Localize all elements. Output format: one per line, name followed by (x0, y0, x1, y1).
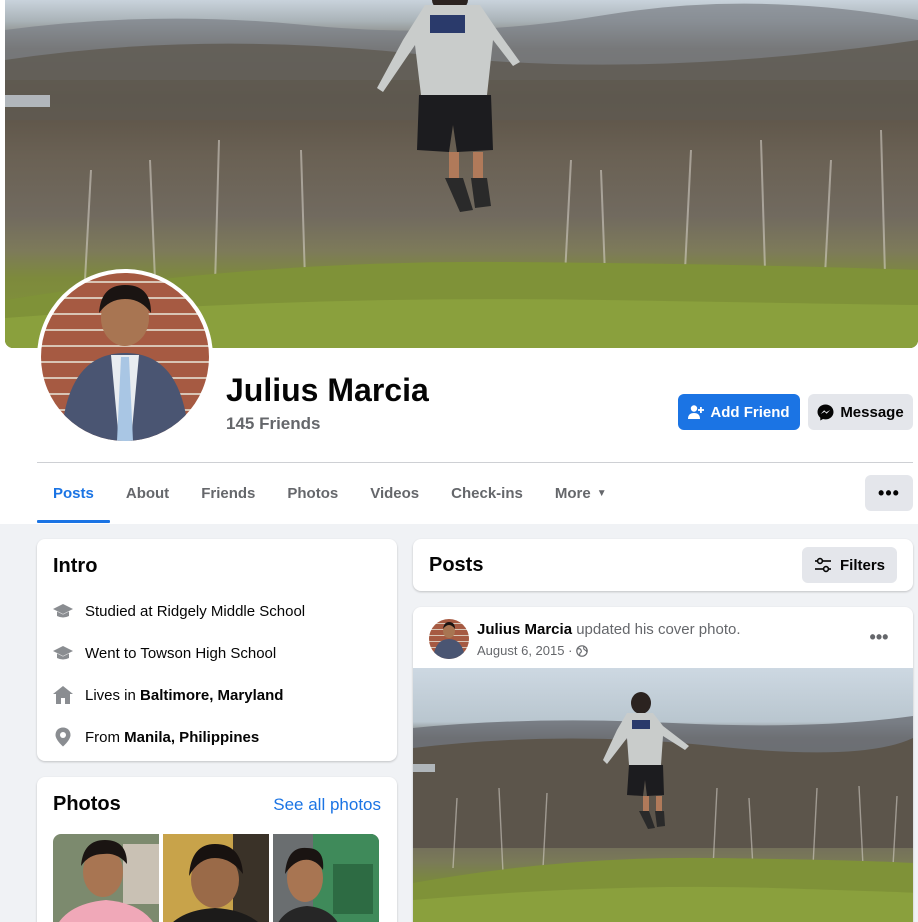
intro-hometown-link[interactable]: Manila, Philippines (124, 729, 259, 746)
intro-title: Intro (53, 555, 98, 577)
see-all-photos-link[interactable]: See all photos (273, 795, 381, 815)
tab-label: Check-ins (451, 484, 523, 502)
add-user-icon (688, 405, 705, 419)
post-author-avatar[interactable] (429, 619, 469, 659)
post-header-text: Julius Marcia updated his cover photo. (477, 621, 741, 638)
post-author-name[interactable]: Julius Marcia (477, 621, 572, 638)
photo-thumbnail[interactable] (53, 834, 159, 922)
profile-header: Julius Marcia 145 Friends Add Friend Mes… (0, 0, 918, 524)
intro-prefix: From (85, 728, 125, 746)
tab-posts[interactable]: Posts (37, 463, 110, 523)
post-card: Julius Marcia updated his cover photo. A… (413, 607, 913, 922)
intro-item-from: From Manila, Philippines (53, 716, 381, 758)
tab-label: Friends (201, 484, 256, 502)
tab-about[interactable]: About (110, 463, 185, 523)
posts-header-card: Posts Filters (413, 539, 913, 591)
photos-header: Photos See all photos (53, 793, 381, 816)
intro-list: Studied at Ridgely Middle School Went to… (53, 590, 381, 758)
intro-item-went-to: Went to Towson High School (53, 632, 381, 674)
tab-check-ins[interactable]: Check-ins (435, 463, 539, 523)
graduation-cap-icon (53, 643, 73, 663)
intro-item-studied: Studied at Ridgely Middle School (53, 590, 381, 632)
post-date[interactable]: August 6, 2015 · (477, 643, 572, 658)
profile-more-options-button[interactable]: ••• (865, 475, 913, 511)
intro-prefix: Lives in (85, 686, 141, 704)
filters-label: Filters (839, 556, 885, 574)
photos-title[interactable]: Photos (53, 793, 121, 816)
post-meta: August 6, 2015 · (477, 643, 589, 658)
intro-card: Intro Studied at Ridgely Middle School W… (37, 539, 397, 761)
location-pin-icon (53, 727, 73, 747)
friend-count[interactable]: 145 Friends (226, 414, 321, 434)
tab-more[interactable]: More ▼ (539, 463, 623, 523)
add-friend-button[interactable]: Add Friend (678, 394, 800, 430)
tab-label: Videos (370, 484, 420, 502)
intro-text: Lives in Baltimore, Maryland (85, 687, 283, 704)
intro-location-link[interactable]: Baltimore, Maryland (140, 687, 283, 704)
photo-thumbnail[interactable] (273, 834, 379, 922)
home-icon (53, 685, 73, 705)
tab-label: More (554, 484, 591, 502)
intro-item-lives-in: Lives in Baltimore, Maryland (53, 674, 381, 716)
messenger-icon (817, 404, 834, 420)
profile-name: Julius Marcia (226, 372, 429, 408)
tab-label: Photos (287, 484, 339, 502)
tab-friends[interactable]: Friends (185, 463, 271, 523)
photo-thumbnail[interactable] (163, 834, 269, 922)
add-friend-label: Add Friend (710, 403, 790, 421)
profile-picture[interactable] (37, 269, 213, 445)
sliders-icon (814, 557, 831, 573)
profile-tabs: Posts About Friends Photos Videos Check-… (37, 463, 623, 523)
tab-label: About (125, 484, 170, 502)
globe-icon (576, 644, 589, 657)
photos-card: Photos See all photos (37, 777, 397, 922)
posts-title: Posts (429, 553, 484, 576)
intro-text[interactable]: Studied at Ridgely Middle School (85, 603, 305, 620)
tab-label: Posts (53, 484, 94, 502)
avatar (41, 273, 209, 441)
avatar-portrait (61, 285, 189, 441)
filters-button[interactable]: Filters (801, 547, 897, 583)
post-photo-landscape (413, 692, 913, 922)
post-options-button[interactable]: ••• (865, 623, 893, 651)
message-label: Message (840, 403, 904, 421)
tab-videos[interactable]: Videos (354, 463, 435, 523)
intro-text: From Manila, Philippines (85, 729, 259, 746)
post-photo[interactable] (413, 668, 913, 922)
photo-grid (53, 834, 381, 922)
caret-down-icon: ▼ (596, 487, 607, 499)
graduation-cap-icon (53, 601, 73, 621)
post-action-text: updated his cover photo. (572, 621, 741, 638)
message-button[interactable]: Message (808, 394, 913, 430)
intro-text[interactable]: Went to Towson High School (85, 645, 276, 662)
tab-photos[interactable]: Photos (271, 463, 354, 523)
